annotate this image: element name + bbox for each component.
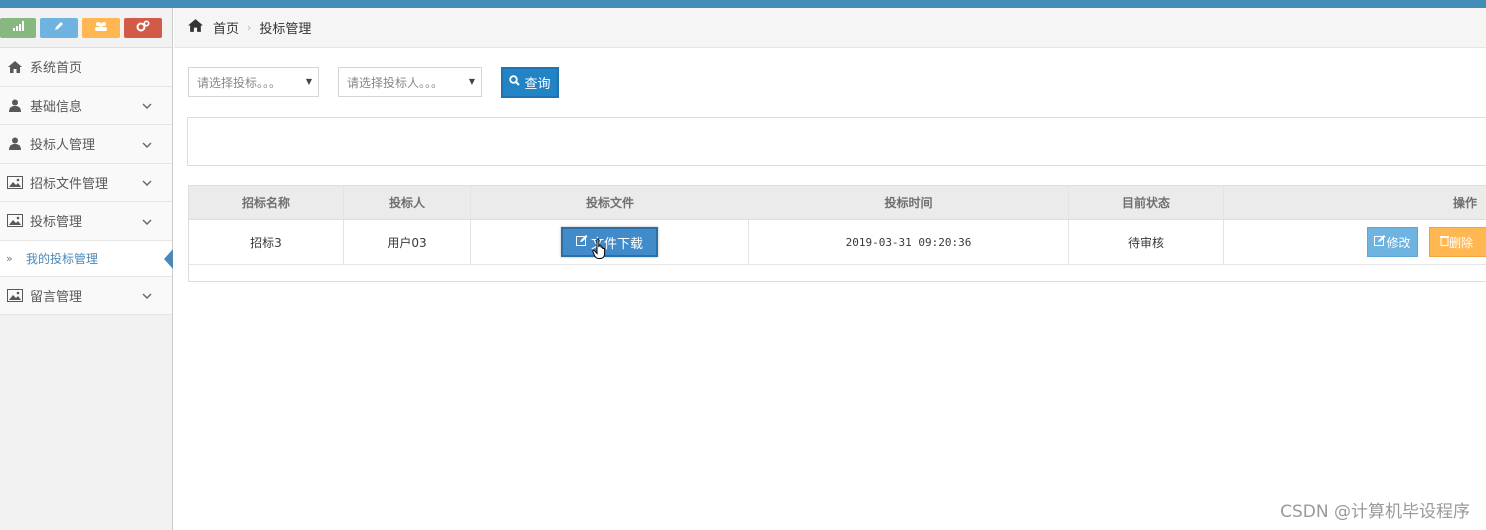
caret-down-icon: ▼ [468, 77, 475, 86]
edit-icon [1374, 235, 1386, 249]
users-shortcut-button[interactable] [82, 17, 120, 38]
tender-select[interactable]: 请选择投标。。。 ▼ [188, 67, 319, 97]
sidebar-item-label: 留言管理 [30, 289, 83, 305]
picture-icon [0, 214, 30, 228]
bid-table: 招标名称 投标人 投标文件 投标时间 目前状态 操作 招标3 用户03 文件下载… [188, 185, 1486, 282]
sidebar-item-home[interactable]: 系统首页 [0, 48, 172, 87]
sidebar-item-bidder-management[interactable]: 投标人管理 [0, 125, 172, 164]
delete-button-label: 删除 [1449, 235, 1474, 250]
cogs-icon [136, 20, 150, 35]
settings-shortcut-button[interactable] [124, 17, 162, 38]
bid-file-cell: 文件下载 [471, 220, 749, 264]
chevron-down-icon [142, 288, 172, 302]
sidebar-subitem-my-bids[interactable]: » 我的投标管理 [0, 240, 173, 277]
breadcrumb-current: 投标管理 [259, 22, 312, 37]
picture-icon [0, 288, 30, 302]
breadcrumb: 首页 › 投标管理 [174, 8, 1486, 48]
picture-icon [0, 175, 30, 189]
sidebar-shortcuts [0, 8, 172, 48]
edit-shortcut-button[interactable] [40, 17, 78, 38]
bar-chart-icon [12, 21, 24, 34]
search-button-label: 查询 [524, 77, 551, 92]
actions-cell: 修改 删除 [1224, 220, 1486, 264]
bidder-select-value: 请选择投标人。。。 [347, 75, 444, 90]
sidebar-item-messages[interactable]: 留言管理 [0, 276, 172, 315]
chevron-down-icon [142, 137, 172, 151]
chevron-down-icon [142, 214, 172, 228]
bidder-select[interactable]: 请选择投标人。。。 ▼ [338, 67, 482, 97]
tender-name-cell: 招标3 [189, 220, 344, 264]
column-header: 投标人 [344, 186, 471, 219]
empty-panel [187, 117, 1486, 166]
column-header: 操作 [1452, 196, 1477, 210]
breadcrumb-separator-icon: › [247, 21, 252, 34]
edit-button-label: 修改 [1386, 235, 1411, 250]
bid-time-cell: 2019-03-31 09:20:36 [749, 220, 1069, 264]
user-icon [0, 137, 30, 151]
file-download-button[interactable]: 文件下载 [561, 227, 658, 257]
chevron-down-icon [142, 98, 172, 112]
status-cell: 待审核 [1069, 220, 1224, 264]
edit-button[interactable]: 修改 [1367, 227, 1418, 257]
breadcrumb-home-link[interactable]: 首页 [213, 18, 239, 37]
column-header: 招标名称 [189, 186, 344, 219]
sidebar-item-label: 系统首页 [30, 61, 83, 77]
bidder-cell: 用户03 [344, 220, 471, 264]
pencil-icon [53, 20, 65, 35]
tender-select-value: 请选择投标。。。 [197, 75, 282, 90]
delete-button[interactable]: 删除 [1429, 227, 1486, 257]
user-icon [0, 99, 30, 112]
column-header: 投标文件 [585, 196, 634, 210]
double-angle-right-icon: » [6, 251, 13, 265]
search-icon [509, 75, 521, 90]
active-marker [164, 248, 173, 269]
sidebar-item-label: 基础信息 [30, 99, 83, 115]
hand-pointer-cursor-icon [592, 238, 608, 263]
caret-down-icon: ▼ [305, 77, 312, 86]
sidebar-item-tender-docs[interactable]: 招标文件管理 [0, 163, 172, 202]
table-row: 招标3 用户03 文件下载 2019-03-31 09:20:36 待审核 修改 [189, 220, 1486, 265]
stats-shortcut-button[interactable] [0, 17, 36, 38]
home-icon [0, 60, 30, 73]
trash-icon [1440, 235, 1449, 249]
sidebar-item-label: 招标文件管理 [30, 176, 109, 192]
top-bar [0, 0, 1486, 8]
table-header-row: 招标名称 投标人 投标文件 投标时间 目前状态 操作 [189, 186, 1486, 220]
chevron-down-icon [142, 175, 172, 189]
edit-icon [575, 234, 588, 250]
sidebar: 系统首页 基础信息 投标人管理 招标文件管理 投标管理 » 我的投标管理 留言管… [0, 8, 173, 530]
sidebar-item-basic-info[interactable]: 基础信息 [0, 86, 172, 125]
sidebar-subitem-label: 我的投标管理 [26, 251, 99, 266]
column-header: 投标时间 [749, 186, 1069, 219]
home-icon [188, 19, 203, 36]
sidebar-item-label: 投标管理 [30, 215, 83, 231]
group-icon [94, 21, 108, 35]
search-button[interactable]: 查询 [501, 67, 559, 98]
sidebar-item-label: 投标人管理 [30, 138, 96, 154]
sidebar-item-bid-management[interactable]: 投标管理 [0, 202, 172, 241]
watermark-text: CSDN @计算机毕设程序 [1280, 502, 1470, 522]
column-header: 目前状态 [1069, 186, 1224, 219]
